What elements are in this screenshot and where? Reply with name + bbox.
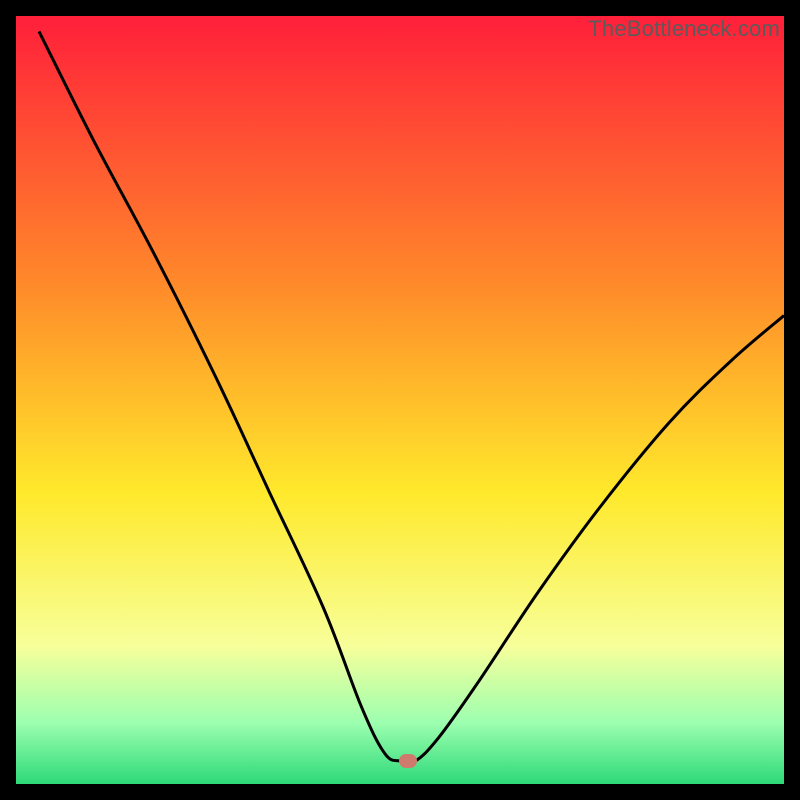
bottleneck-chart <box>16 16 784 784</box>
gradient-background <box>16 16 784 784</box>
optimal-marker <box>399 754 417 768</box>
chart-frame: TheBottleneck.com <box>16 16 784 784</box>
attribution-label: TheBottleneck.com <box>588 16 780 42</box>
